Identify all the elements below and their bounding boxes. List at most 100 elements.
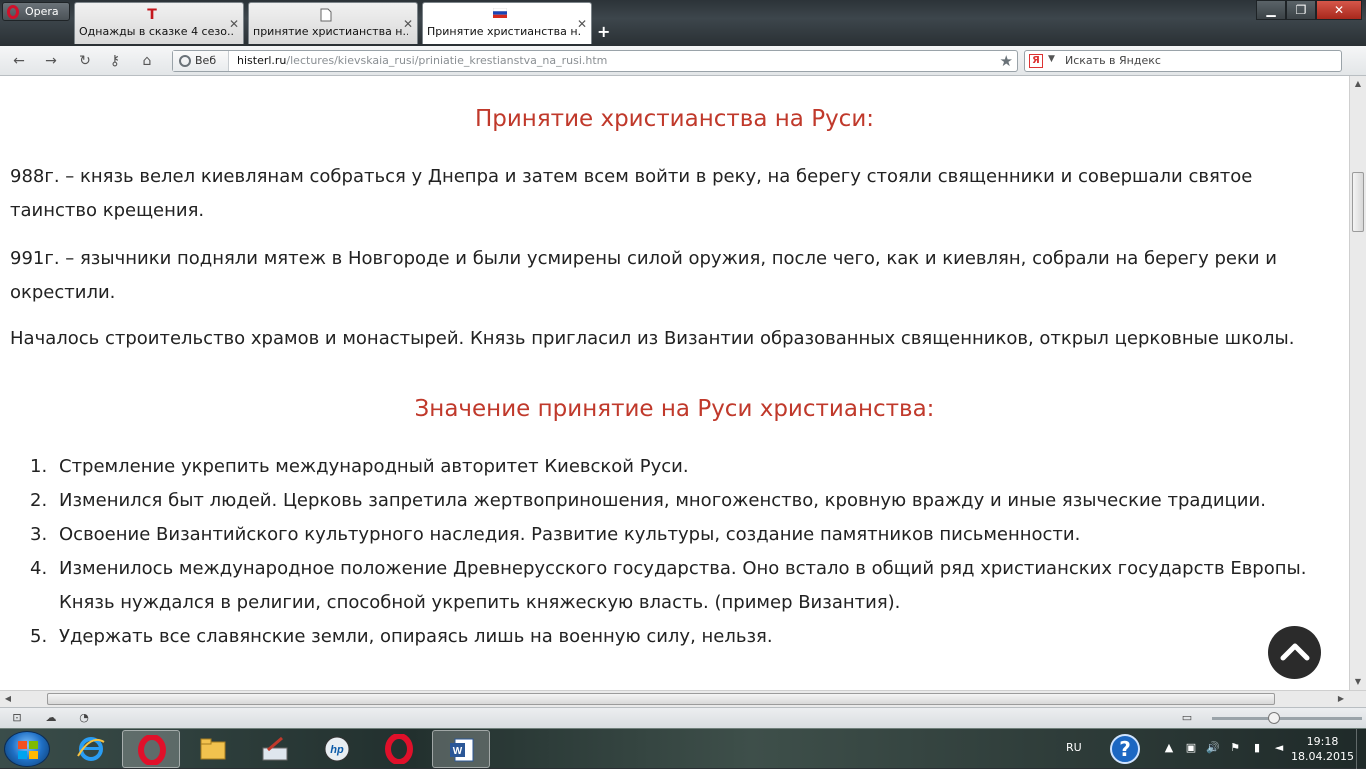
cloud-icon[interactable]: ☁ <box>44 711 58 725</box>
taskbar-paint[interactable] <box>246 730 304 768</box>
taskbar-file-explorer[interactable] <box>184 730 242 768</box>
yandex-icon[interactable]: Я <box>1029 54 1043 68</box>
word-icon: W <box>450 738 474 762</box>
forward-arrow-icon[interactable]: → <box>42 52 60 70</box>
new-tab-button[interactable]: + <box>597 22 610 41</box>
start-button[interactable] <box>4 731 50 767</box>
horizontal-scrollbar[interactable]: ◀ ▶ <box>0 690 1366 707</box>
taskbar-opera-2[interactable] <box>370 730 428 768</box>
scroll-down-arrow-icon[interactable]: ▼ <box>1350 674 1366 690</box>
clock-time: 19:18 <box>1306 735 1339 748</box>
tab-3-active[interactable]: Принятие христианства н... ✕ <box>422 2 592 44</box>
web-badge[interactable]: Веб <box>173 51 229 71</box>
list-item-text: Удержать все славянские земли, опираясь … <box>59 626 773 647</box>
windows-taskbar: hp W RU ? ▲ ▣ 🔊 ⚑ ▮ ◄ 19:18 18.04.2015 <box>0 728 1366 769</box>
document-icon <box>319 8 333 22</box>
file-explorer-icon <box>200 738 226 760</box>
browser-tab-bar: Opera T Однажды в сказке 4 сезо... ✕ при… <box>0 0 1366 46</box>
scroll-to-top-button[interactable] <box>1268 626 1321 679</box>
scroll-left-arrow-icon[interactable]: ◀ <box>0 691 16 707</box>
home-icon[interactable]: ⌂ <box>138 52 156 70</box>
volume-icon[interactable]: 🔊 <box>1206 741 1220 755</box>
minimize-button[interactable]: ▁ <box>1256 0 1286 20</box>
tnt-logo-icon: T <box>147 7 157 23</box>
taskbar-hp[interactable]: hp <box>308 730 366 768</box>
list-item: 2. Изменился быт людей. Церковь запретила… <box>10 484 1345 518</box>
system-tray: RU ? ▲ ▣ 🔊 ⚑ ▮ ◄ 19:18 18.04.2015 <box>1056 729 1366 769</box>
flag-icon[interactable]: ⚑ <box>1228 741 1242 755</box>
speaker-icon[interactable]: ◄ <box>1272 741 1286 755</box>
paragraph-988: 988г. – князь велел киевлянам собраться … <box>10 166 1253 221</box>
taskbar-opera-active[interactable] <box>122 730 180 768</box>
web-badge-label: Веб <box>195 54 217 67</box>
list-item-text: Освоение Византийского культурного насле… <box>59 524 1081 545</box>
paint-icon <box>262 736 288 761</box>
close-icon[interactable]: ✕ <box>577 17 587 31</box>
reload-icon[interactable]: ↻ <box>76 52 94 70</box>
url-host: histerl.ru <box>237 54 287 67</box>
list-number: 5. <box>30 626 48 647</box>
key-icon[interactable]: ⚷ <box>106 52 124 70</box>
bookmark-star-icon[interactable]: ★ <box>1000 52 1013 70</box>
maximize-button[interactable]: ❐ <box>1286 0 1316 20</box>
language-indicator[interactable]: RU <box>1066 741 1082 754</box>
tab-2[interactable]: принятие христианства н... ✕ <box>248 2 418 44</box>
tab-title: принятие христианства н... <box>253 25 408 38</box>
taskbar-internet-explorer[interactable] <box>62 730 120 768</box>
help-icon[interactable]: ? <box>1110 734 1140 764</box>
close-icon[interactable]: ✕ <box>229 17 239 31</box>
chevron-down-icon[interactable]: ▼ <box>1048 54 1055 64</box>
close-window-button[interactable]: ✕ <box>1316 0 1362 20</box>
zoom-slider-track[interactable] <box>1212 717 1362 720</box>
svg-text:W: W <box>453 746 463 757</box>
vertical-scrollbar[interactable]: ▲ ▼ <box>1349 76 1366 690</box>
globe-icon <box>179 55 191 67</box>
speed-icon[interactable]: ◔ <box>77 711 91 725</box>
svg-text:hp: hp <box>330 744 344 756</box>
list-item: 5. Удержать все славянские земли, опираяс… <box>10 620 1345 654</box>
chevron-up-icon <box>1280 643 1310 661</box>
page-heading: Принятие христианства на Руси: <box>474 106 875 132</box>
paragraph-churches: Началось строительство храмов и монастыр… <box>10 328 1295 349</box>
scroll-right-arrow-icon[interactable]: ▶ <box>1333 691 1349 707</box>
tab-title: Однажды в сказке 4 сезо... <box>79 25 234 38</box>
url-text: histerl.ru/lectures/kievskaia_rusi/prini… <box>237 54 607 67</box>
address-field[interactable]: Веб histerl.ru/lectures/kievskaia_rusi/p… <box>172 50 1018 72</box>
network-icon[interactable]: ▣ <box>1184 741 1198 755</box>
section-heading: Значение принятие на Руси христианства: <box>414 396 935 422</box>
zoom-slider-handle[interactable] <box>1268 712 1280 724</box>
taskbar-word[interactable]: W <box>432 730 490 768</box>
list-number: 1. <box>30 456 48 477</box>
view-toggle-icon[interactable]: ▭ <box>1180 711 1194 725</box>
windows-logo-icon <box>18 741 38 759</box>
horizontal-scroll-thumb[interactable] <box>47 693 1275 705</box>
internet-explorer-icon <box>77 737 105 761</box>
clock-date: 18.04.2015 <box>1291 750 1354 763</box>
chevron-up-icon[interactable]: ▲ <box>1162 741 1176 755</box>
url-path: /lectures/kievskaia_rusi/priniatie_krest… <box>286 54 608 67</box>
list-item-text: Стремление укрепить международный автори… <box>59 456 689 477</box>
list-item-text: Изменился быт людей. Церковь запретила ж… <box>59 490 1266 511</box>
opera-menu-button[interactable]: Opera <box>2 2 70 21</box>
signal-icon[interactable]: ▮ <box>1250 741 1264 755</box>
hp-icon: hp <box>324 736 350 762</box>
show-desktop-button[interactable] <box>1356 729 1366 769</box>
browser-status-bar: ⊡ ☁ ◔ ▭ <box>0 707 1366 728</box>
list-number: 3. <box>30 524 48 545</box>
significance-list: 1. Стремление укрепить международный авто… <box>10 450 1345 654</box>
tab-1[interactable]: T Однажды в сказке 4 сезо... ✕ <box>74 2 244 44</box>
close-icon[interactable]: ✕ <box>403 17 413 31</box>
vertical-scroll-thumb[interactable] <box>1352 172 1364 232</box>
clock[interactable]: 19:18 18.04.2015 <box>1291 734 1354 764</box>
search-field[interactable]: Я ▼ Искать в Яндекс <box>1024 50 1342 72</box>
list-item: 4. Изменилось международное положение Дре… <box>10 552 1345 620</box>
back-arrow-icon[interactable]: ← <box>10 52 28 70</box>
opera-icon <box>138 735 166 765</box>
address-toolbar: ← → ↻ ⚷ ⌂ Веб histerl.ru/lectures/kievsk… <box>0 46 1366 76</box>
page-content: Принятие христианства на Руси: 988г. – к… <box>0 76 1349 690</box>
russian-flag-icon <box>492 7 508 22</box>
opera-logo-icon <box>7 4 19 19</box>
list-number: 4. <box>30 558 48 579</box>
scroll-up-arrow-icon[interactable]: ▲ <box>1350 76 1366 92</box>
panel-toggle-icon[interactable]: ⊡ <box>10 711 24 725</box>
